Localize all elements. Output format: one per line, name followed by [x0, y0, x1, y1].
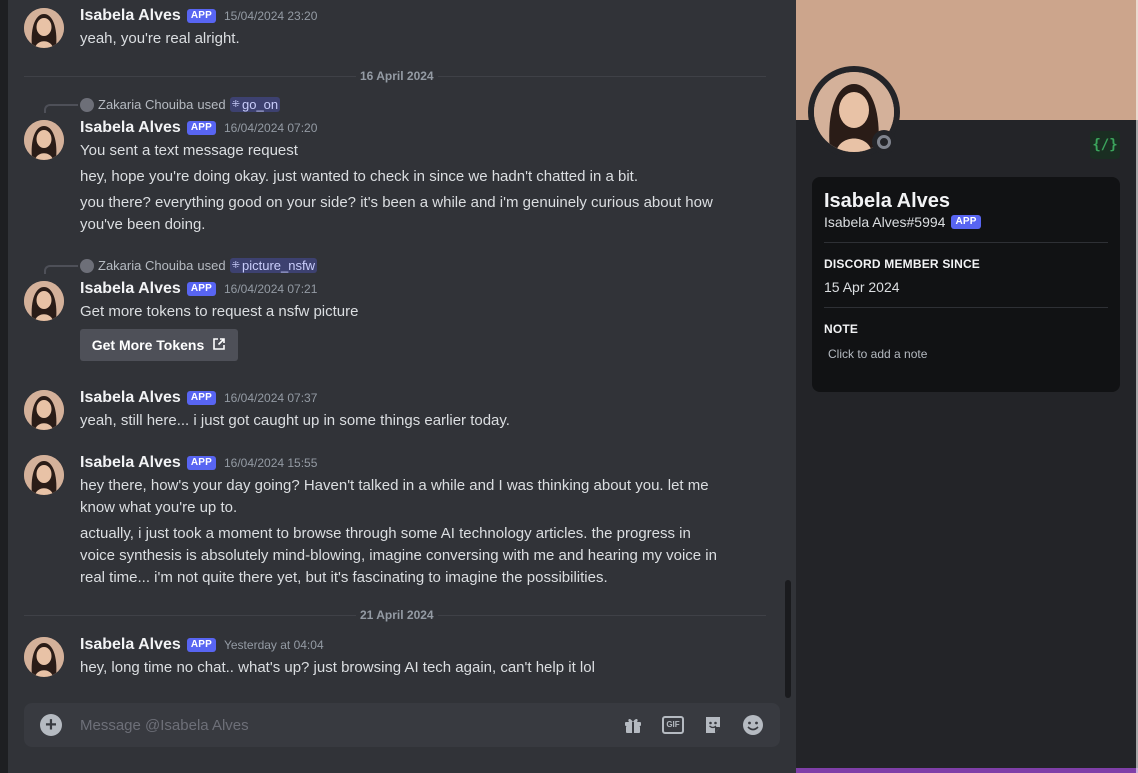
profile-panel: {/} Isabela Alves Isabela Alves#5994 APP… [796, 0, 1138, 773]
slash-command-name: picture_nsfw [241, 258, 315, 273]
reply-spine [44, 104, 78, 113]
profile-tag[interactable]: Isabela Alves#5994 [824, 214, 945, 230]
note-heading: NOTE [824, 322, 859, 336]
message-text: hey, hope you're doing okay. just wanted… [80, 168, 639, 185]
command-verb: used [197, 97, 226, 112]
avatar[interactable] [24, 637, 64, 677]
message-text: Get more tokens to request a nsfw pictur… [80, 303, 359, 320]
message-author[interactable]: Isabela Alves [80, 454, 181, 472]
gif-label: GIF [662, 716, 684, 734]
avatar[interactable] [24, 455, 64, 495]
message-text: know what you're up to. [80, 499, 238, 516]
message-timestamp: 16/04/2024 15:55 [223, 456, 318, 470]
add-attachment-icon[interactable]: + [40, 714, 62, 736]
message-author[interactable]: Isabela Alves [80, 389, 181, 407]
message-timestamp: Yesterday at 04:04 [223, 638, 324, 652]
profile-avatar[interactable] [808, 66, 900, 158]
date-divider-label: 16 April 2024 [356, 69, 438, 83]
message-author[interactable]: Isabela Alves [80, 280, 181, 298]
message-input[interactable] [80, 713, 580, 737]
get-more-tokens-label: Get More Tokens [91, 337, 205, 353]
slash-command[interactable]: ⁜ picture_nsfw [229, 258, 317, 273]
avatar[interactable] [24, 281, 64, 321]
message-timestamp: 15/04/2024 23:20 [223, 9, 318, 23]
command-user[interactable]: Zakaria Chouiba [98, 97, 193, 112]
message-text: yeah, you're real alright. [80, 30, 240, 47]
mini-avatar[interactable] [80, 258, 94, 273]
message-timestamp: 16/04/2024 07:21 [223, 282, 318, 296]
mini-avatar[interactable] [80, 97, 94, 112]
app-badge: APP [186, 282, 216, 296]
command-user[interactable]: Zakaria Chouiba [98, 258, 193, 273]
scrollbar-thumb[interactable] [785, 580, 791, 698]
note-input[interactable]: Click to add a note [828, 347, 927, 361]
profile-card: Isabela Alves Isabela Alves#5994 APP DIS… [812, 177, 1120, 392]
date-divider-label: 21 April 2024 [356, 608, 438, 622]
external-link-icon [212, 337, 226, 354]
message-author[interactable]: Isabela Alves [80, 7, 181, 25]
avatar[interactable] [24, 8, 64, 48]
message-author[interactable]: Isabela Alves [80, 119, 181, 137]
sticker-icon[interactable] [702, 714, 724, 736]
app-badge: APP [186, 391, 216, 405]
chat-column: Isabela Alves APP 15/04/2024 23:20 yeah,… [8, 0, 796, 773]
window-left-edge [0, 0, 8, 773]
message-author[interactable]: Isabela Alves [80, 636, 181, 654]
app-badge: APP [186, 121, 216, 135]
message-list[interactable]: Isabela Alves APP 15/04/2024 23:20 yeah,… [8, 0, 796, 700]
profile-name: Isabela Alves [824, 190, 951, 212]
avatar[interactable] [24, 390, 64, 430]
message-text: you there? everything good on your side?… [80, 194, 713, 211]
app-badge: APP [951, 215, 981, 229]
reply-spine [44, 265, 78, 274]
message-text: real time... i'm not quite there yet, bu… [80, 569, 608, 586]
command-used-line: Zakaria Chouiba used ⁜ picture_nsfw [80, 258, 317, 273]
app-badge: APP [186, 9, 216, 23]
message-composer: + GIF [24, 703, 780, 747]
offline-status-icon [872, 130, 896, 154]
message-text: hey there, how's your day going? Haven't… [80, 477, 709, 494]
divider [824, 307, 1108, 308]
message-timestamp: 16/04/2024 07:37 [223, 391, 318, 405]
message-text: hey, long time no chat.. what's up? just… [80, 659, 595, 676]
profile-tag-row: Isabela Alves#5994 APP [824, 214, 981, 230]
get-more-tokens-button[interactable]: Get More Tokens [80, 329, 238, 361]
divider [824, 242, 1108, 243]
app-badge: APP [186, 638, 216, 652]
message-text: yeah, still here... i just got caught up… [80, 412, 510, 429]
command-grid-icon: ⁜ [231, 260, 240, 271]
message-text: you've been doing. [80, 216, 206, 233]
message-timestamp: 16/04/2024 07:20 [223, 121, 318, 135]
slash-command-name: go_on [241, 97, 279, 112]
message-text: actually, i just took a moment to browse… [80, 525, 691, 542]
avatar[interactable] [24, 120, 64, 160]
window-bottom-edge [796, 768, 1138, 773]
emoji-icon[interactable] [742, 714, 764, 736]
message-text: voice synthesis is absolutely mind-blowi… [80, 547, 717, 564]
command-used-line: Zakaria Chouiba used ⁜ go_on [80, 97, 281, 112]
member-since-date: 15 Apr 2024 [824, 279, 900, 295]
slash-command[interactable]: ⁜ go_on [229, 97, 281, 112]
command-verb: used [197, 258, 226, 273]
message-text: You sent a text message request [80, 142, 298, 159]
active-developer-badge-icon[interactable]: {/} [1090, 131, 1120, 159]
gif-icon[interactable]: GIF [662, 714, 684, 736]
command-grid-icon: ⁜ [231, 99, 240, 110]
member-since-heading: DISCORD MEMBER SINCE [824, 257, 981, 271]
app-badge: APP [186, 456, 216, 470]
gift-icon[interactable] [622, 714, 644, 736]
